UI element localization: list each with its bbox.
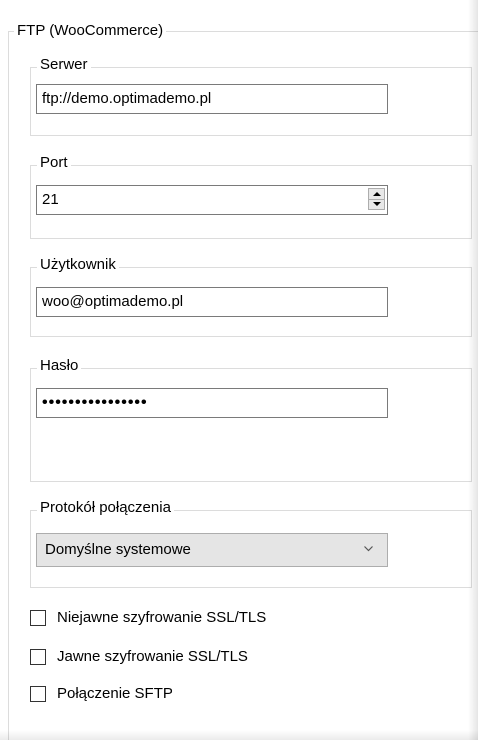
implicit-ssl-label: Niejawne szyfrowanie SSL/TLS xyxy=(57,609,267,626)
protocol-select[interactable]: Domyślne systemowe xyxy=(36,533,388,567)
port-value: 21 xyxy=(42,191,59,208)
chevron-down-icon xyxy=(364,546,373,552)
option-implicit-ssl[interactable]: Niejawne szyfrowanie SSL/TLS xyxy=(30,608,266,628)
sftp-label: Połączenie SFTP xyxy=(57,685,173,702)
password-input[interactable]: •••••••••••••••• xyxy=(36,388,388,418)
server-group-title: Serwer xyxy=(37,56,91,74)
window-shadow-right xyxy=(468,0,478,740)
protocol-group-title: Protokół połączenia xyxy=(37,499,174,517)
explicit-ssl-checkbox[interactable] xyxy=(30,649,46,665)
window-shadow-bottom xyxy=(0,730,478,740)
port-group-title: Port xyxy=(37,154,71,172)
password-group-title: Hasło xyxy=(37,357,82,375)
user-group-title: Użytkownik xyxy=(37,256,119,274)
user-input[interactable]: woo@optimademo.pl xyxy=(36,287,388,317)
port-stepper[interactable]: 21 xyxy=(36,185,388,215)
explicit-ssl-label: Jawne szyfrowanie SSL/TLS xyxy=(57,648,248,665)
option-sftp[interactable]: Połączenie SFTP xyxy=(30,684,173,704)
password-group xyxy=(30,368,472,482)
option-explicit-ssl[interactable]: Jawne szyfrowanie SSL/TLS xyxy=(30,647,248,667)
sftp-checkbox[interactable] xyxy=(30,686,46,702)
spin-down-button[interactable] xyxy=(369,199,384,209)
protocol-selected-value: Domyślne systemowe xyxy=(45,541,191,558)
server-input[interactable]: ftp://demo.optimademo.pl xyxy=(36,84,388,114)
spin-up-down-icon[interactable] xyxy=(368,188,385,210)
ftp-group-title: FTP (WooCommerce) xyxy=(14,22,167,40)
ftp-settings-panel: FTP (WooCommerce) Serwer ftp://demo.opti… xyxy=(0,0,478,740)
implicit-ssl-checkbox[interactable] xyxy=(30,610,46,626)
